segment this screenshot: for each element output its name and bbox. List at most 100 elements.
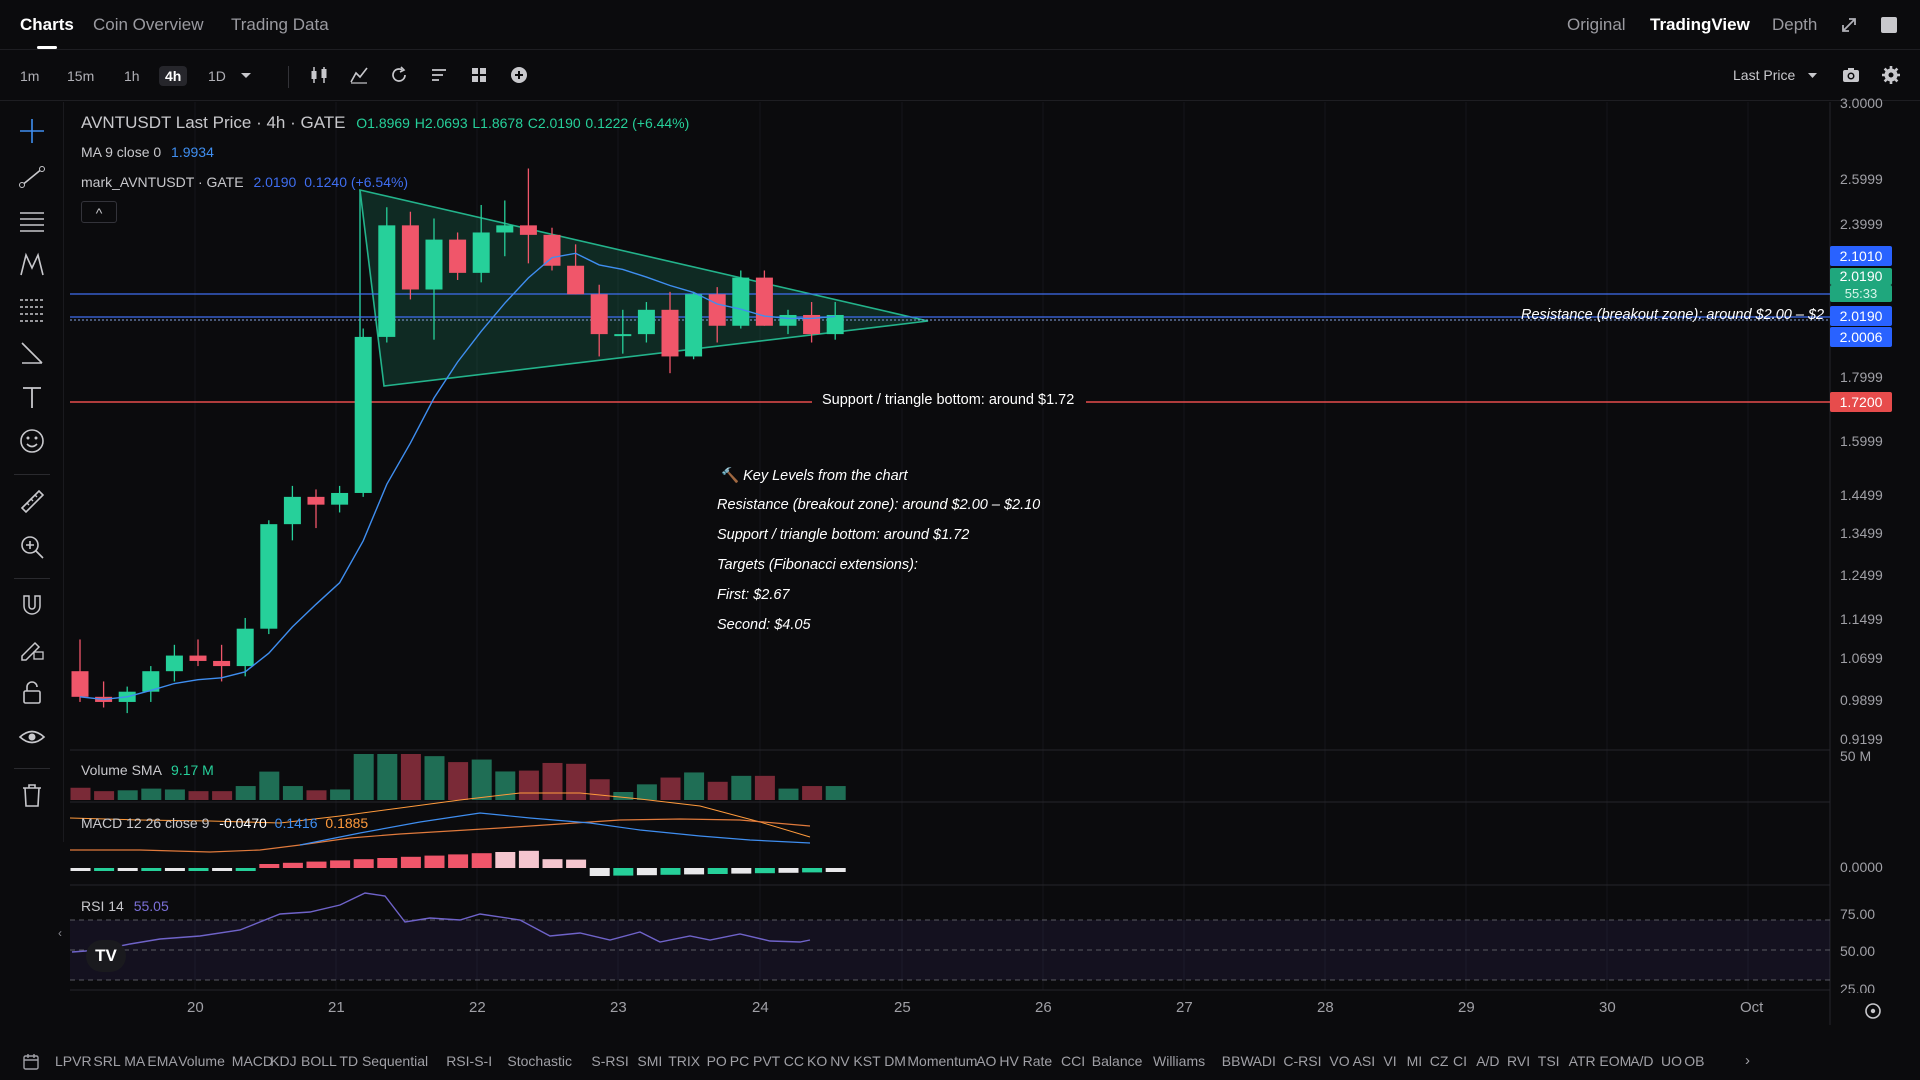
candle-body[interactable] — [826, 314, 844, 335]
indicator-item[interactable]: SMI — [637, 1053, 662, 1069]
indicator-item[interactable]: C-RSI — [1283, 1053, 1321, 1069]
collapse-legend-button[interactable]: ^ — [81, 201, 117, 223]
indicator-item[interactable]: OB — [1684, 1053, 1704, 1069]
indicator-item[interactable]: Williams — [1153, 1053, 1205, 1069]
candle-body[interactable] — [543, 234, 561, 266]
candle-body[interactable] — [236, 628, 254, 667]
indicator-item[interactable]: BOLL — [301, 1053, 337, 1069]
candle-body[interactable] — [189, 655, 207, 661]
indicator-item[interactable]: A/D — [1630, 1053, 1653, 1069]
candle-body[interactable] — [307, 496, 325, 505]
indicator-item[interactable]: CI — [1453, 1053, 1467, 1069]
indicator-item[interactable]: KO — [807, 1053, 827, 1069]
volume-bar — [660, 777, 681, 800]
candle-body[interactable] — [213, 660, 231, 667]
volume-bar — [589, 779, 610, 800]
resistance-annotation[interactable]: Resistance (breakout zone): around $2.00… — [1521, 307, 1824, 323]
indicator-item[interactable]: Momentum — [907, 1053, 977, 1069]
candle-body[interactable] — [661, 309, 679, 357]
indicator-item[interactable]: TRIX — [668, 1053, 700, 1069]
candle-body[interactable] — [378, 225, 396, 337]
indicator-item[interactable]: PC — [730, 1053, 749, 1069]
scroll-right-icon[interactable]: › — [1745, 1052, 1750, 1069]
indicator-item[interactable]: MA — [124, 1053, 145, 1069]
indicator-item[interactable]: LPVR — [55, 1053, 92, 1069]
indicator-item[interactable]: RSI-S-I — [446, 1053, 492, 1069]
candle-body[interactable] — [496, 225, 514, 233]
candle-body[interactable] — [449, 239, 467, 273]
support-annotation[interactable]: Support / triangle bottom: around $1.72 — [818, 392, 1079, 408]
candle-body[interactable] — [567, 265, 585, 295]
indicator-item[interactable]: AO — [976, 1053, 996, 1069]
candle-body[interactable] — [331, 492, 349, 505]
macd-histogram-bar — [377, 858, 398, 868]
price-label: 1.3499 — [1840, 525, 1883, 541]
time-label: 28 — [1317, 999, 1334, 1016]
indicator-item[interactable]: Stochastic — [507, 1053, 572, 1069]
candle-body[interactable] — [401, 225, 419, 290]
macd-signal-value: 0.1885 — [325, 815, 369, 831]
indicator-item[interactable]: BBW — [1222, 1053, 1254, 1069]
candle-body[interactable] — [708, 294, 726, 326]
volume-bar — [353, 754, 374, 800]
time-settings-icon[interactable] — [1862, 1000, 1884, 1022]
candle-body[interactable] — [614, 334, 632, 337]
candle-body[interactable] — [590, 294, 608, 335]
indicator-item[interactable]: VO — [1329, 1053, 1349, 1069]
indicator-item[interactable]: TSI — [1538, 1053, 1560, 1069]
volume-bar — [282, 786, 303, 800]
indicator-item[interactable]: CC — [784, 1053, 804, 1069]
calendar-icon[interactable] — [22, 1053, 40, 1071]
indicator-item[interactable]: MI — [1407, 1053, 1423, 1069]
indicator-item[interactable]: TD Sequential — [339, 1053, 428, 1069]
candle-body[interactable] — [732, 277, 750, 326]
indicator-item[interactable]: Rate — [1023, 1053, 1053, 1069]
triangle-pattern[interactable] — [359, 188, 929, 387]
indicator-item[interactable]: EMA — [147, 1053, 177, 1069]
ma-legend[interactable]: MA 9 close 0 1.9934 — [81, 144, 214, 160]
indicator-item[interactable]: VI — [1383, 1053, 1396, 1069]
indicator-item[interactable]: SRL — [93, 1053, 120, 1069]
indicator-item[interactable]: Volume — [178, 1053, 225, 1069]
time-label: 29 — [1458, 999, 1475, 1016]
candle-body[interactable] — [779, 314, 797, 326]
indicator-item[interactable]: PO — [707, 1053, 727, 1069]
indicator-item[interactable]: S-RSI — [591, 1053, 628, 1069]
scroll-left-icon[interactable]: ‹ — [58, 926, 62, 940]
indicator-item[interactable]: MACD — [232, 1053, 273, 1069]
candle-body[interactable] — [165, 655, 183, 672]
macd-histogram-bar — [188, 868, 209, 871]
candle-body[interactable] — [637, 309, 655, 335]
volume-legend[interactable]: Volume SMA 9.17 M — [81, 762, 214, 778]
indicator-item[interactable]: RVI — [1507, 1053, 1530, 1069]
mark-legend[interactable]: mark_AVNTUSDT · GATE 2.0190 0.1240 (+6.5… — [81, 174, 408, 190]
indicator-item[interactable]: EOM — [1599, 1053, 1631, 1069]
indicator-item[interactable]: CZ — [1430, 1053, 1449, 1069]
indicator-item[interactable]: UO — [1661, 1053, 1682, 1069]
indicator-item[interactable]: NV — [830, 1053, 849, 1069]
candle-body[interactable] — [260, 524, 278, 629]
indicator-item[interactable]: PVT — [753, 1053, 780, 1069]
candle-body[interactable] — [425, 239, 443, 290]
candle-body[interactable] — [354, 336, 372, 493]
candle-body[interactable] — [472, 232, 490, 273]
indicator-item[interactable]: A/D — [1476, 1053, 1499, 1069]
price-chart[interactable] — [0, 0, 1920, 1044]
indicator-item[interactable]: HV — [999, 1053, 1018, 1069]
macd-histogram-bar — [566, 859, 587, 868]
indicator-item[interactable]: Balance — [1092, 1053, 1143, 1069]
indicator-item[interactable]: KDJ — [270, 1053, 296, 1069]
indicator-item[interactable]: DM — [884, 1053, 906, 1069]
macd-legend[interactable]: MACD 12 26 close 9 -0.0470 0.1416 0.1885 — [81, 815, 368, 831]
candle-body[interactable] — [519, 225, 537, 235]
candle-body[interactable] — [685, 294, 703, 357]
rsi-legend[interactable]: RSI 14 55.05 — [81, 898, 169, 914]
indicator-item[interactable]: KST — [853, 1053, 880, 1069]
indicator-item[interactable]: CCI — [1061, 1053, 1085, 1069]
indicator-item[interactable]: ASI — [1353, 1053, 1376, 1069]
indicator-item[interactable]: ADI — [1253, 1053, 1276, 1069]
indicator-item[interactable]: ATR — [1569, 1053, 1596, 1069]
candle-body[interactable] — [755, 277, 773, 326]
candle-body[interactable] — [283, 496, 301, 525]
candle-body[interactable] — [71, 671, 89, 697]
